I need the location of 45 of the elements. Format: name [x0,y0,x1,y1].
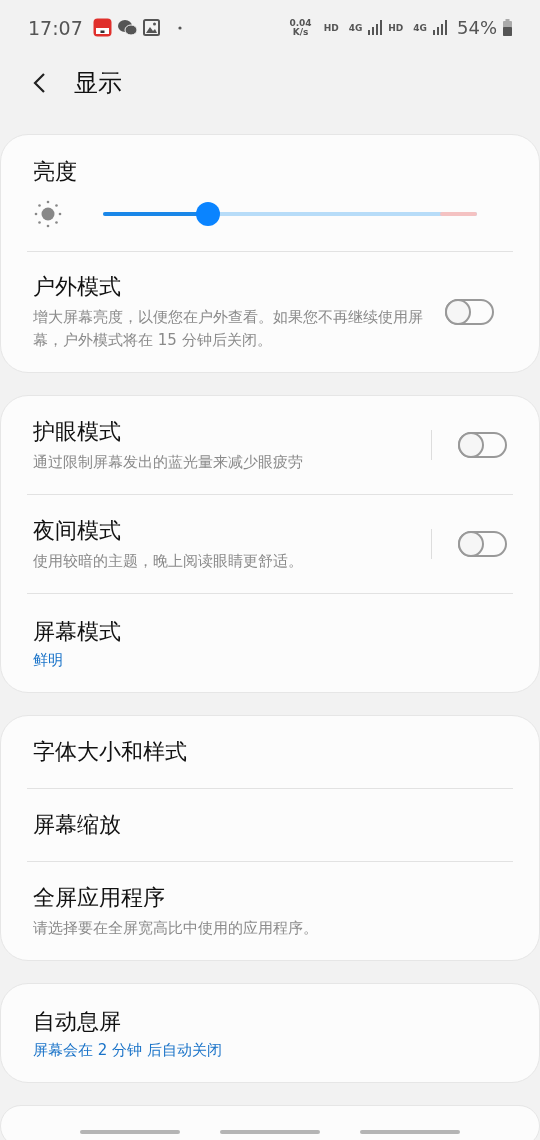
brightness-icon [33,199,63,229]
setting-description: 请选择要在全屏宽高比中使用的应用程序。 [33,917,319,939]
setting-description: 通过限制屏幕发出的蓝光量来减少眼疲劳 [33,451,304,473]
setting-title: 自动息屏 [33,1007,122,1036]
setting-title: 全屏应用程序 [33,883,166,912]
setting-row[interactable]: 屏幕模式 鲜明 [27,594,513,692]
network-type: 4G [348,22,363,33]
more-notifications-icon [177,25,182,30]
setting-value: 鲜明 [33,650,64,670]
setting-row[interactable]: 全屏应用程序 请选择要在全屏宽高比中使用的应用程序。 [27,862,513,960]
back-icon [32,71,46,94]
toggle-switch[interactable] [458,432,507,458]
setting-title: 亮度 [33,158,78,186]
battery-icon [503,19,512,36]
image-icon [142,19,160,36]
setting-description: 使用较暗的主题，晚上阅读眼睛更舒适。 [33,550,304,572]
hd-indicator: HD [323,22,339,33]
setting-title: 户外模式 [33,273,122,301]
toggle-switch[interactable] [445,299,494,325]
setting-value: 屏幕会在 2 分钟 后自动关闭 [33,1040,223,1060]
setting-title: 护眼模式 [33,417,122,446]
setting-title: 屏幕模式 [33,617,122,646]
network-speed: 0.04 K/s [289,18,312,37]
setting-row[interactable]: 自动息屏 屏幕会在 2 分钟 后自动关闭 [27,984,513,1082]
hd-indicator: HD [388,22,404,33]
setting-row[interactable]: 字体大小和样式 [27,716,513,788]
chat-icon [117,19,137,36]
status-time: 17:07 [28,16,83,39]
setting-row[interactable]: 户外模式 增大屏幕亮度，以便您在户外查看。如果您不再继续使用屏幕，户外模式将在 15 分钟后关闭。 [27,252,513,372]
signal-icon [368,20,383,35]
toggle-switch[interactable] [458,531,507,557]
app-notification-icon [92,18,112,37]
setting-row[interactable]: 夜间模式 使用较暗的主题，晚上阅读眼睛更舒适。 [27,495,513,593]
setting-row[interactable]: 护眼模式 通过限制屏幕发出的蓝光量来减少眼疲劳 [27,396,513,494]
slider-thumb[interactable] [195,202,220,226]
signal-icon [433,20,447,35]
battery-percent: 54% [457,17,497,38]
setting-description: 增大屏幕亮度，以便您在户外查看。如果您不再继续使用屏幕，户外模式将在 15 分钟后关闭。 [33,307,424,351]
brightness-slider[interactable] [103,202,477,226]
page-title: 显示 [74,67,122,99]
setting-title: 字体大小和样式 [33,738,188,766]
setting-title: 夜间模式 [33,516,122,545]
setting-title: 屏幕缩放 [33,811,122,839]
network-type: 4G [413,22,427,33]
setting-row[interactable]: 屏幕缩放 [27,789,513,861]
